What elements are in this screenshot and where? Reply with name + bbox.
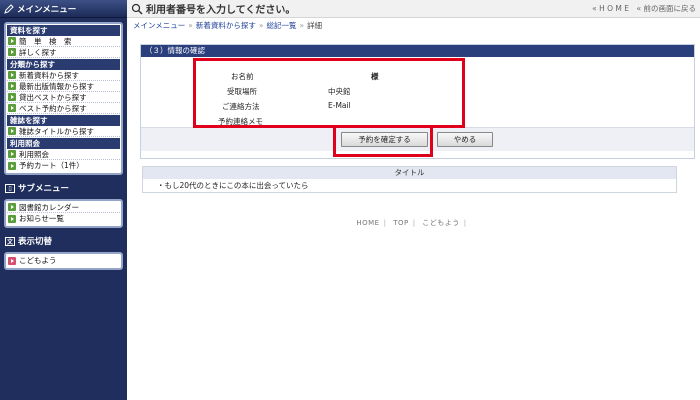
search-icon <box>131 3 143 15</box>
page-title: 利用者番号を入力してください。 <box>131 1 295 16</box>
top-bar: 利用者番号を入力してください。 « H O M E « 前の画面に戻る <box>127 0 700 18</box>
footer-top-link[interactable]: TOP <box>393 219 409 227</box>
arrow-icon <box>8 161 16 170</box>
footer-home-link[interactable]: HOME <box>356 219 379 227</box>
arrow-icon <box>8 150 16 158</box>
sidebar-item-kids[interactable]: こどもよう <box>7 255 120 266</box>
memo-label: 予約連絡メモ <box>218 117 263 126</box>
breadcrumb-separator: » <box>188 20 193 30</box>
contact-label: ご連絡方法 <box>222 102 260 111</box>
pickup-value: 中央館 <box>328 87 351 96</box>
arrow-icon <box>8 203 16 211</box>
arrow-icon <box>8 48 16 56</box>
breadcrumb-separator: » <box>299 20 305 30</box>
main-menu-panel: 資料を探す 簡 単 検 索 詳しく探す 分類から探す 新着資料から探す 最新出版… <box>4 22 123 175</box>
breadcrumb-general-list[interactable]: 総記一覧 <box>266 20 296 31</box>
arrow-icon <box>8 37 16 45</box>
arrow-icon <box>8 214 16 223</box>
breadcrumb-main-menu[interactable]: メインメニュー <box>133 20 185 31</box>
menu-group-title: 分類から探す <box>7 59 120 70</box>
result-table: タイトル ・もし20代のときにこの本に出会っていたら <box>142 166 677 193</box>
cancel-button[interactable]: やめる <box>437 132 493 147</box>
breadcrumb: メインメニュー» 新着資料から探す» 総記一覧» 詳細 <box>127 18 700 32</box>
menu-group-title: 雑誌を探す <box>7 115 120 126</box>
confirmation-panel: （３）情報の確認 お名前 様 受取場所 中央館 ご連絡方法 E-Mail 予約連… <box>140 44 695 159</box>
confirmation-heading: （３）情報の確認 <box>141 45 694 57</box>
display-switch-title: 文 表示切替 <box>5 236 53 247</box>
pickup-label: 受取場所 <box>227 87 257 96</box>
table-row[interactable]: ・もし20代のときにこの本に出会っていたら <box>143 179 676 192</box>
sidebar-item-reserve-best[interactable]: ベスト予約から探す <box>7 103 120 114</box>
menu-group-title: 利用照会 <box>7 138 120 149</box>
display-switch-panel: こどもよう <box>4 252 123 270</box>
sidebar-item-magazine-title[interactable]: 雑誌タイトルから探す <box>7 126 120 137</box>
arrow-icon <box>8 82 16 90</box>
footer-separator: | <box>412 219 416 227</box>
sidebar-item-calendar[interactable]: 図書館カレンダー <box>7 202 120 213</box>
breadcrumb-separator: » <box>258 20 264 30</box>
sidebar-item-news[interactable]: お知らせ一覧 <box>7 213 120 224</box>
arrow-icon <box>8 256 16 265</box>
arrow-icon <box>8 71 16 79</box>
sidebar-item-new-materials[interactable]: 新着資料から探す <box>7 70 120 81</box>
footer-links: HOME | TOP | こどもよう | <box>127 218 700 228</box>
sub-menu-title: ▯ サブメニュー <box>0 181 127 195</box>
breadcrumb-new-materials[interactable]: 新着資料から探す <box>196 20 256 31</box>
confirm-reservation-button[interactable]: 予約を確定する <box>341 132 428 147</box>
arrow-icon <box>8 127 16 135</box>
sidebar: メインメニュー 資料を探す 簡 単 検 索 詳しく探す 分類から探す 新着資料か… <box>0 0 127 400</box>
top-nav-links[interactable]: « H O M E « 前の画面に戻る <box>592 3 696 14</box>
sidebar-item-usage-inquiry[interactable]: 利用照会 <box>7 149 120 160</box>
sidebar-item-latest-publications[interactable]: 最新出版情報から探す <box>7 81 120 92</box>
button-row: 予約を確定する やめる <box>141 127 694 151</box>
sidebar-item-reservation-cart[interactable]: 予約カート（1件） <box>7 160 120 171</box>
sidebar-item-simple-search[interactable]: 簡 単 検 索 <box>7 36 120 47</box>
arrow-icon <box>8 93 16 101</box>
sidebar-header-label: メインメニュー <box>17 4 77 15</box>
arrow-icon <box>8 104 16 112</box>
switch-icon: 文 <box>5 236 15 246</box>
title-column-header: タイトル <box>143 167 676 179</box>
sub-menu-panel: 図書館カレンダー お知らせ一覧 <box>4 199 123 228</box>
breadcrumb-current: 詳細 <box>307 20 323 30</box>
menu-group-title: 資料を探す <box>7 25 120 36</box>
book-icon: ▯ <box>5 183 15 193</box>
sidebar-item-loan-best[interactable]: 貸出ベストから探す <box>7 92 120 103</box>
name-suffix: 様 <box>371 72 379 81</box>
name-label: お名前 <box>231 72 254 81</box>
sidebar-header: メインメニュー <box>0 0 127 18</box>
contact-value: E-Mail <box>328 101 351 110</box>
pencil-icon <box>4 3 14 14</box>
footer-separator: | <box>463 219 467 227</box>
sidebar-item-detailed-search[interactable]: 詳しく探す <box>7 47 120 58</box>
footer-separator: | <box>383 219 387 227</box>
footer-kids-link[interactable]: こどもよう <box>422 219 460 227</box>
